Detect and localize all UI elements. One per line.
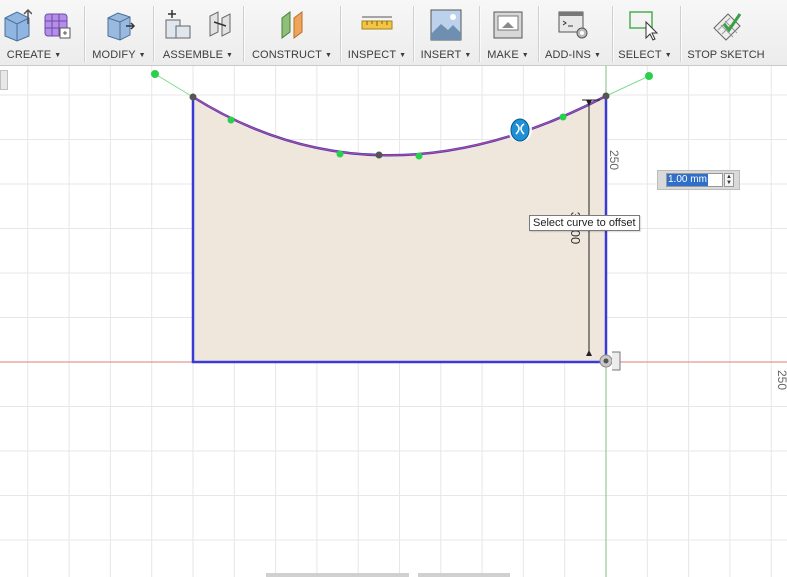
toolbar-divider [479,6,481,62]
stop-sketch-group[interactable]: STOP SKETCH [686,0,766,66]
corner-point[interactable] [602,92,610,100]
spline-mid-point[interactable] [375,151,383,159]
press-pull-icon[interactable] [104,8,136,42]
addins-group[interactable]: ADD-INS ▼ [543,0,603,66]
tangent-point-right[interactable] [645,72,653,80]
ruler-label-right: 250 [775,370,787,390]
corner-point[interactable] [189,93,197,101]
spline-fit-point[interactable] [336,150,344,158]
toolbar-divider [538,6,540,62]
toolbar-divider [680,6,682,62]
construct-menu-label[interactable]: CONSTRUCT ▼ [250,49,334,61]
tangent-point-left[interactable] [151,70,159,78]
spline-fit-point[interactable] [559,113,567,121]
toolbar-divider [340,6,342,62]
inspect-menu-label[interactable]: INSPECT ▼ [346,49,408,61]
select-group[interactable]: SELECT ▼ [616,0,674,66]
offset-cursor-icon [508,118,532,142]
origin-marker-icon [612,351,621,371]
create-sketch-box-icon[interactable] [2,8,32,42]
assemble-menu-label[interactable]: ASSEMBLE ▼ [160,49,236,61]
insert-group[interactable]: INSERT ▼ [418,0,474,66]
spline-fit-point[interactable] [415,152,423,160]
create-form-icon[interactable] [42,8,72,42]
addins-menu-label[interactable]: ADD-INS ▼ [543,49,603,61]
insert-menu-label[interactable]: INSERT ▼ [418,49,474,61]
scripts-addins-icon[interactable] [557,8,591,42]
sketch-canvas[interactable]: 36.00 250 250 [0,66,787,577]
tangent-handle-right [605,75,650,97]
new-component-icon[interactable] [162,8,194,42]
select-menu-label[interactable]: SELECT ▼ [616,49,674,61]
toolbar-divider [243,6,245,62]
toolbar-divider [84,6,86,62]
create-group[interactable]: CREATE ▼ [0,0,71,66]
inspect-group[interactable]: INSPECT ▼ [346,0,408,66]
modify-group[interactable]: MODIFY ▼ [88,0,150,66]
stop-sketch-icon[interactable] [710,8,744,42]
ruler-label-top: 250 [607,150,621,170]
tangent-handle-left [154,73,194,98]
make-group[interactable]: MAKE ▼ [484,0,532,66]
assemble-group[interactable]: ASSEMBLE ▼ [160,0,236,66]
spline-fit-point[interactable] [227,116,235,124]
offset-value-box[interactable]: 1.00 mm ▲ ▼ [657,170,740,190]
toolbar-divider [413,6,415,62]
make-menu-label[interactable]: MAKE ▼ [484,49,532,61]
stop-sketch-label[interactable]: STOP SKETCH [686,49,766,61]
joint-icon[interactable] [204,8,236,42]
toolbar: CREATE ▼ MODIFY ▼ ASSEMBLE ▼ CONSTRUCT ▼… [0,0,787,66]
insert-image-icon[interactable] [430,8,462,42]
measure-icon[interactable] [360,8,394,42]
construct-group[interactable]: CONSTRUCT ▼ [250,0,334,66]
origin-center [603,358,609,364]
horizontal-scrollbar-track[interactable] [418,573,510,577]
tooltip: Select curve to offset [529,215,640,231]
offset-distance-value[interactable]: 1.00 mm [667,174,708,186]
horizontal-scrollbar-thumb[interactable] [266,573,409,577]
toolbar-divider [612,6,614,62]
toolbar-divider [153,6,155,62]
create-menu-label[interactable]: CREATE ▼ [0,49,68,61]
select-icon[interactable] [628,8,662,42]
modify-menu-label[interactable]: MODIFY ▼ [88,49,150,61]
3d-print-icon[interactable] [492,8,524,42]
offset-plane-icon[interactable] [276,8,310,42]
offset-spinner[interactable]: ▲ ▼ [724,173,734,187]
